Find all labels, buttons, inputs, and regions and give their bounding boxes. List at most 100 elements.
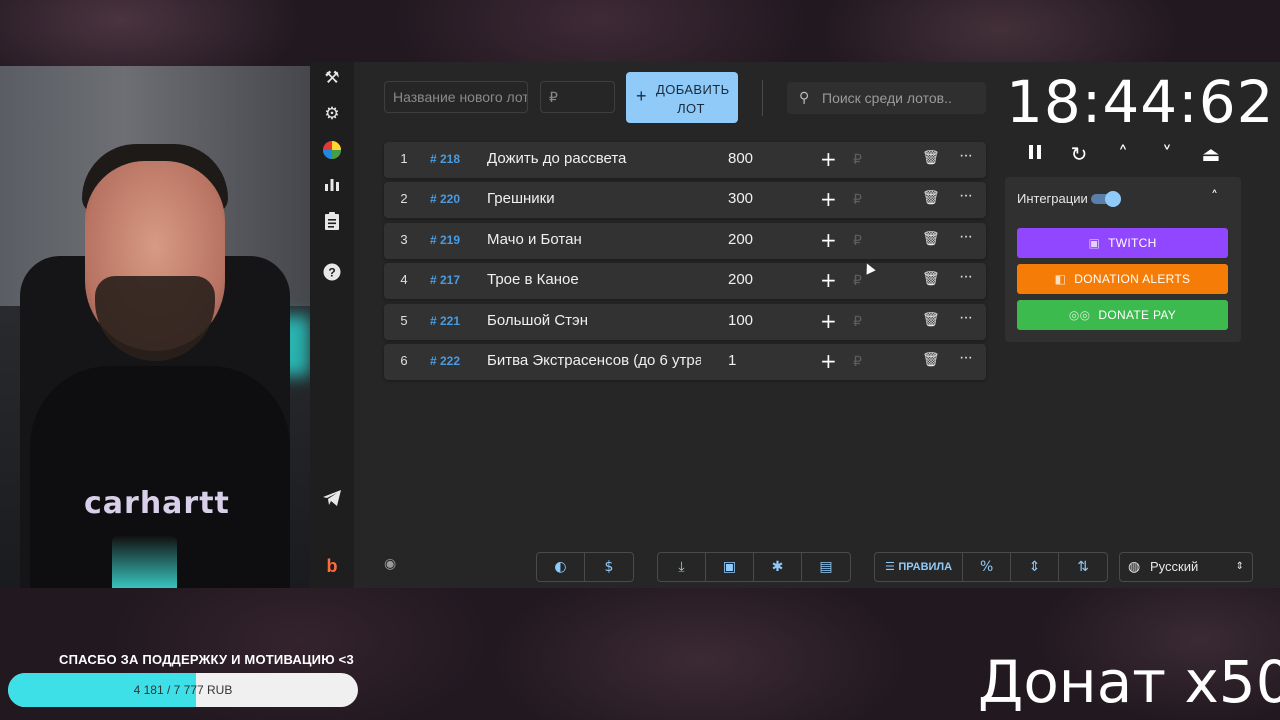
lot-name[interactable]: Большой Стэн — [487, 312, 701, 329]
telegram-icon[interactable] — [322, 490, 342, 510]
add-amount-button[interactable]: + — [820, 268, 837, 292]
add-lot-button[interactable]: + ДОБАВИТЬ ЛОТ — [626, 72, 738, 123]
settings-group: ☰ ПРАВИЛА % ⇕ ⇅ — [874, 552, 1109, 582]
currency-input[interactable]: ₽ — [853, 313, 862, 330]
donation-alerts-label: DONATION ALERTS — [1074, 272, 1191, 286]
add-amount-button[interactable]: + — [820, 147, 837, 171]
plus-icon: + — [636, 86, 647, 106]
lot-id-link[interactable]: # 222 — [430, 354, 460, 368]
clipboard-icon[interactable] — [322, 212, 342, 232]
dollar-icon[interactable]: $ — [585, 553, 633, 581]
goal-text: 4 181 / 7 777 RUB — [133, 683, 233, 697]
search-placeholder: Поиск среди лотов.. — [822, 90, 952, 106]
lot-row[interactable]: 3 # 219 Мачо и Ботан 200 + ₽ 🗑 ··· — [384, 222, 986, 259]
more-options-icon[interactable]: ··· — [959, 187, 973, 205]
lot-row[interactable]: 2 # 220 Грешники 300 + ₽ 🗑 ··· — [384, 182, 986, 219]
chevron-up-icon[interactable]: ˄ — [1211, 189, 1218, 205]
lot-amount[interactable]: 100 — [728, 312, 753, 329]
links-group: ◐ $ — [536, 552, 634, 582]
add-amount-button[interactable]: + — [820, 228, 837, 252]
github-icon[interactable]: ◐ — [537, 553, 585, 581]
lot-id-link[interactable]: # 219 — [430, 233, 460, 247]
twitch-label: TWITCH — [1108, 236, 1157, 250]
rules-icon: ☰ — [885, 560, 899, 573]
bottom-toolbar: ◉ ◐ $ ⤓ ▣ ✱ ▤ ☰ ПРАВИЛА % ⇕ ⇅ ◍ Русский … — [310, 550, 1280, 584]
bar-chart-icon[interactable] — [322, 176, 342, 196]
lot-row[interactable]: 6 # 222 Битва Экстрасенсов (до 6 утра) 1… — [384, 343, 986, 380]
chevron-down-icon[interactable]: ˅ — [1156, 142, 1178, 166]
donation-goal-bar: 4 181 / 7 777 RUB — [8, 673, 358, 707]
svg-text:?: ? — [328, 266, 335, 280]
trash-icon[interactable]: 🗑 — [922, 312, 940, 329]
timer-controls: ↻ ˄ ˅ ⏏ — [1022, 142, 1232, 166]
trash-icon[interactable]: 🗑 — [922, 352, 940, 369]
pause-icon[interactable] — [1024, 142, 1046, 166]
trash-icon[interactable]: 🗑 — [922, 150, 940, 167]
language-select[interactable]: ◍ Русский ⇕ — [1119, 552, 1253, 582]
lot-id-link[interactable]: # 217 — [430, 273, 460, 287]
lot-id-link[interactable]: # 221 — [430, 314, 460, 328]
currency-input[interactable]: ₽ — [853, 191, 862, 208]
lot-id-link[interactable]: # 220 — [430, 192, 460, 206]
more-options-icon[interactable]: ··· — [959, 228, 973, 246]
lot-row[interactable]: 4 # 217 Трое в Каное 200 + ₽ 🗑 ··· — [384, 263, 986, 300]
search-input[interactable]: ⚲ Поиск среди лотов.. — [787, 82, 986, 114]
twitch-button[interactable]: ▣ TWITCH — [1017, 228, 1228, 258]
lot-amount[interactable]: 200 — [728, 271, 753, 288]
donation-alerts-button[interactable]: ◧ DONATION ALERTS — [1017, 264, 1228, 294]
lot-amount[interactable]: 300 — [728, 190, 753, 207]
new-lot-name-input[interactable]: Название нового лота — [384, 81, 528, 113]
add-amount-button[interactable]: + — [820, 187, 837, 211]
help-icon[interactable]: ? — [322, 263, 342, 283]
lot-name[interactable]: Мачо и Ботан — [487, 231, 701, 248]
reset-icon[interactable]: ↻ — [1068, 142, 1090, 166]
lot-amount[interactable]: 800 — [728, 150, 753, 167]
currency-input[interactable]: ₽ — [853, 232, 862, 249]
eye-icon[interactable]: ◉ — [384, 556, 396, 572]
lot-amount[interactable]: 1 — [728, 352, 736, 369]
currency-input[interactable]: ₽ — [853, 272, 862, 289]
sort-icon[interactable]: ⇅ — [1059, 553, 1107, 581]
lot-id-link[interactable]: # 218 — [430, 152, 460, 166]
select-arrows-icon: ⇕ — [1235, 561, 1244, 572]
add-amount-button[interactable]: + — [820, 349, 837, 373]
split-icon[interactable]: ⇕ — [1011, 553, 1060, 581]
more-options-icon[interactable]: ··· — [959, 147, 973, 165]
more-options-icon[interactable]: ··· — [959, 309, 973, 327]
trash-icon[interactable]: 🗑 — [922, 190, 940, 207]
integrations-toggle[interactable] — [1091, 191, 1121, 207]
rules-label: ПРАВИЛА — [898, 561, 953, 573]
lot-name[interactable]: Дожить до рассвета — [487, 150, 701, 167]
new-lot-amount-input[interactable]: ₽ — [540, 81, 615, 113]
pie-chart-icon[interactable] — [322, 140, 342, 160]
trash-icon[interactable]: 🗑 — [922, 231, 940, 248]
delete-all-icon[interactable]: ▤ — [802, 553, 850, 581]
file-actions-group: ⤓ ▣ ✱ ▤ — [657, 552, 851, 582]
gear-icon[interactable]: ⚙ — [322, 104, 342, 124]
lot-row[interactable]: 1 # 218 Дожить до рассвета 800 + ₽ 🗑 ··· — [384, 142, 986, 178]
integrations-panel: Интеграции ˄ ▣ TWITCH ◧ DONATION ALERTS ◎◎… — [1005, 177, 1241, 342]
lot-number: 3 — [400, 231, 408, 247]
lot-amount[interactable]: 200 — [728, 231, 753, 248]
currency-input[interactable]: ₽ — [853, 353, 862, 370]
lot-row[interactable]: 5 # 221 Большой Стэн 100 + ₽ 🗑 ··· — [384, 303, 986, 340]
eject-icon[interactable]: ⏏ — [1200, 142, 1222, 166]
lot-name[interactable]: Битва Экстрасенсов (до 6 утра) — [487, 352, 701, 369]
currency-input[interactable]: ₽ — [853, 151, 862, 168]
save-icon[interactable]: ▣ — [706, 553, 754, 581]
lot-name[interactable]: Грешники — [487, 190, 701, 207]
rules-button[interactable]: ☰ ПРАВИЛА — [875, 553, 964, 581]
download-icon[interactable]: ⤓ — [658, 553, 706, 581]
shirt-logo: carhartt — [84, 486, 230, 521]
trash-icon[interactable]: 🗑 — [922, 271, 940, 288]
more-options-icon[interactable]: ··· — [959, 268, 973, 286]
add-amount-button[interactable]: + — [820, 309, 837, 333]
gavel-icon[interactable]: ⚒ — [322, 68, 342, 88]
chevron-up-icon[interactable]: ˄ — [1112, 142, 1134, 166]
more-options-icon[interactable]: ··· — [959, 349, 973, 367]
lot-name[interactable]: Трое в Каное — [487, 271, 701, 288]
donate-pay-icon: ◎◎ — [1068, 308, 1091, 322]
percent-icon[interactable]: % — [963, 553, 1012, 581]
bug-icon[interactable]: ✱ — [754, 553, 802, 581]
donate-pay-button[interactable]: ◎◎ DONATE PAY — [1017, 300, 1228, 330]
